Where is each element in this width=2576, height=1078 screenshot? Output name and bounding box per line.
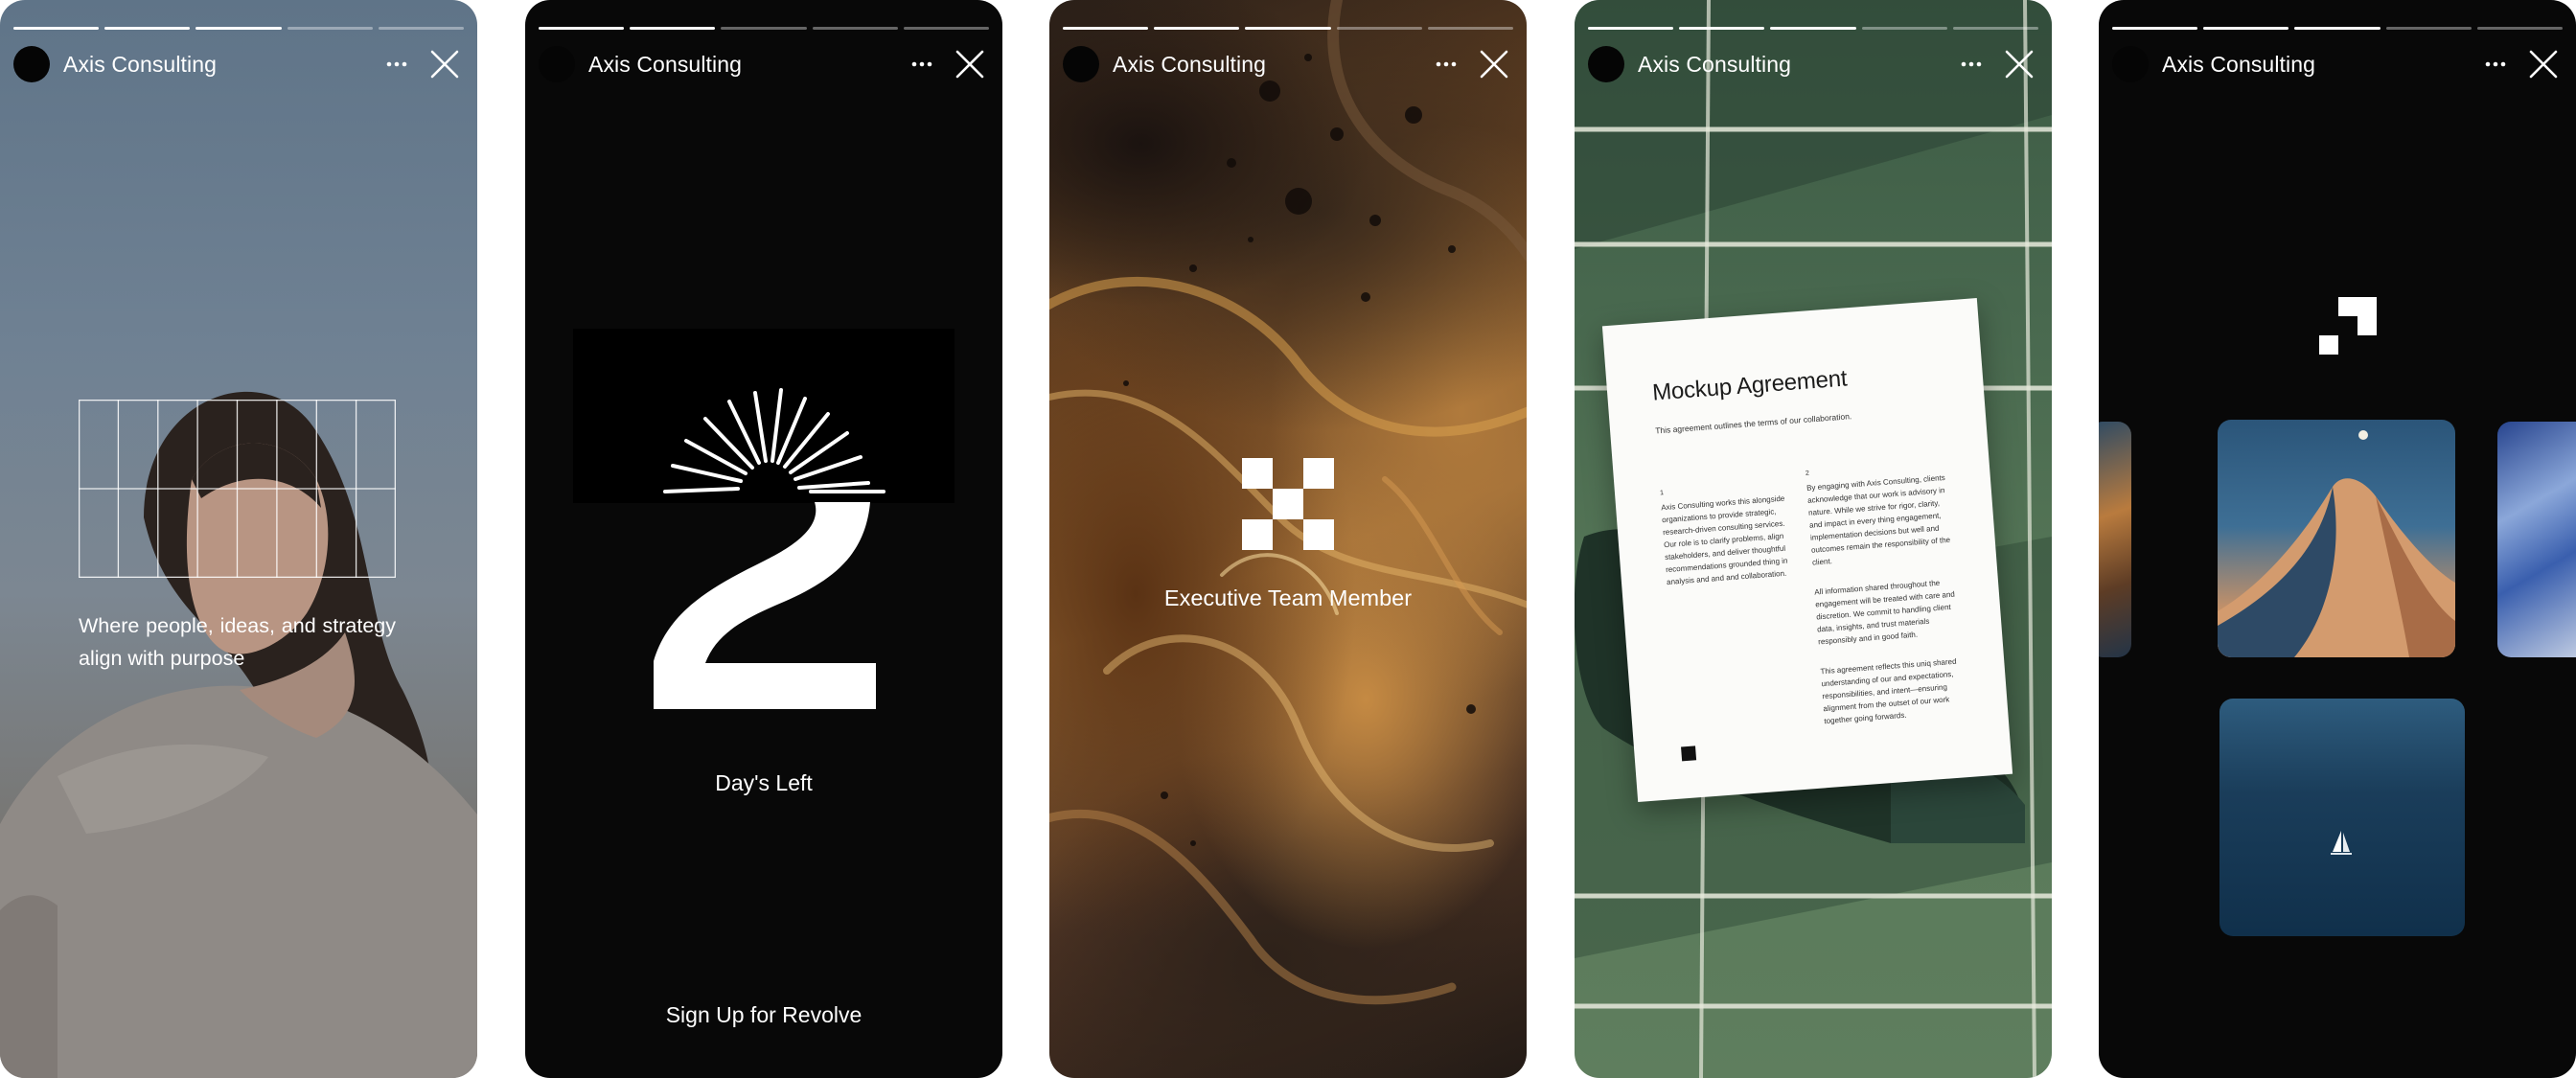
progress-segment [812,27,898,30]
avatar[interactable] [13,46,50,82]
section-text: By engaging with Axis Consulting, client… [1806,473,1951,567]
progress-segment [1679,27,1765,30]
story-card-4[interactable]: Mockup Agreement This agreement outlines… [1575,0,2052,1078]
document-mark-icon [1681,745,1697,762]
story-progress [13,27,465,30]
story-progress [1588,27,2039,30]
countdown-label: Day's Left [715,770,813,795]
progress-segment [1952,27,2039,30]
more-horizontal-icon[interactable] [2476,50,2515,79]
story-progress [1063,27,1514,30]
progress-segment [721,27,807,30]
story-progress [539,27,990,30]
close-icon[interactable] [1475,45,1513,83]
close-icon[interactable] [426,45,464,83]
progress-segment [1245,27,1331,30]
progress-segment [630,27,716,30]
close-icon[interactable] [2524,45,2563,83]
progress-segment [287,27,373,30]
story-progress [2112,27,2564,30]
avatar[interactable] [539,46,575,82]
story-card-2[interactable]: Day's Left Sign Up for Revolve Axis Cons… [525,0,1002,1078]
more-horizontal-icon[interactable] [378,50,416,79]
gallery-image-dune[interactable] [2218,420,2455,657]
progress-segment [13,27,100,30]
progress-segment [1770,27,1856,30]
sunrise-icon [654,388,886,709]
story-header: Axis Consulting [2112,44,2563,84]
section-text: This agreement reflects this uniq shared… [1820,656,1957,726]
progress-segment [378,27,465,30]
account-name[interactable]: Axis Consulting [1638,52,1791,78]
story-card-5[interactable]: Axis Consulting [2099,0,2576,1078]
story-title: Executive Team Member [1163,585,1413,610]
close-icon[interactable] [951,45,989,83]
gallery-image-abstract[interactable] [2497,422,2576,657]
story-card-3[interactable]: Executive Team Member Axis Consulting [1049,0,1527,1078]
section-text: Axis Consulting works this alongside org… [1660,493,1788,587]
progress-segment [2203,27,2289,30]
progress-segment [104,27,191,30]
avatar[interactable] [1063,46,1099,82]
progress-segment [196,27,282,30]
account-name[interactable]: Axis Consulting [588,52,742,78]
close-icon[interactable] [2000,45,2038,83]
more-horizontal-icon[interactable] [1427,50,1465,79]
story-header: Axis Consulting [1588,44,2038,84]
agreement-document: Mockup Agreement This agreement outlines… [1601,298,2013,802]
story-card-1[interactable]: Where people, ideas, and strategy align … [0,0,477,1078]
corner-logo-icon [2319,297,2377,355]
document-subtitle: This agreement outlines the terms of our… [1654,411,1852,436]
more-horizontal-icon[interactable] [903,50,941,79]
document-column-1: 1 Axis Consulting works this alongside o… [1660,478,1792,588]
document-title: Mockup Agreement [1651,365,1849,406]
progress-segment [2385,27,2472,30]
progress-segment [1336,27,1422,30]
progress-segment [1427,27,1514,30]
progress-segment [2476,27,2564,30]
progress-segment [1154,27,1240,30]
checker-logo-icon [1242,458,1334,550]
more-horizontal-icon[interactable] [1952,50,1990,79]
sign-up-button[interactable]: Sign Up for Revolve [525,1002,1002,1028]
progress-segment [1861,27,1947,30]
progress-segment [2112,27,2198,30]
account-name[interactable]: Axis Consulting [1113,52,1266,78]
story-caption: Where people, ideas, and strategy align … [79,614,396,670]
story-header: Axis Consulting [539,44,989,84]
progress-segment [539,27,625,30]
gallery-image-marble[interactable] [2099,422,2131,657]
progress-segment [2294,27,2380,30]
progress-segment [1588,27,1674,30]
document-column-2: 2 By engaging with Axis Consulting, clie… [1806,457,1967,745]
story-header: Axis Consulting [1063,44,1513,84]
story-header: Axis Consulting [13,44,464,84]
account-name[interactable]: Axis Consulting [63,52,217,78]
account-name[interactable]: Axis Consulting [2162,52,2315,78]
gallery-image-sailboat[interactable] [2220,699,2465,936]
progress-segment [1063,27,1149,30]
avatar[interactable] [2112,46,2149,82]
progress-segment [903,27,990,30]
section-text: All information shared throughout the en… [1813,578,1956,647]
avatar[interactable] [1588,46,1624,82]
grid-overlay-icon [79,400,396,578]
